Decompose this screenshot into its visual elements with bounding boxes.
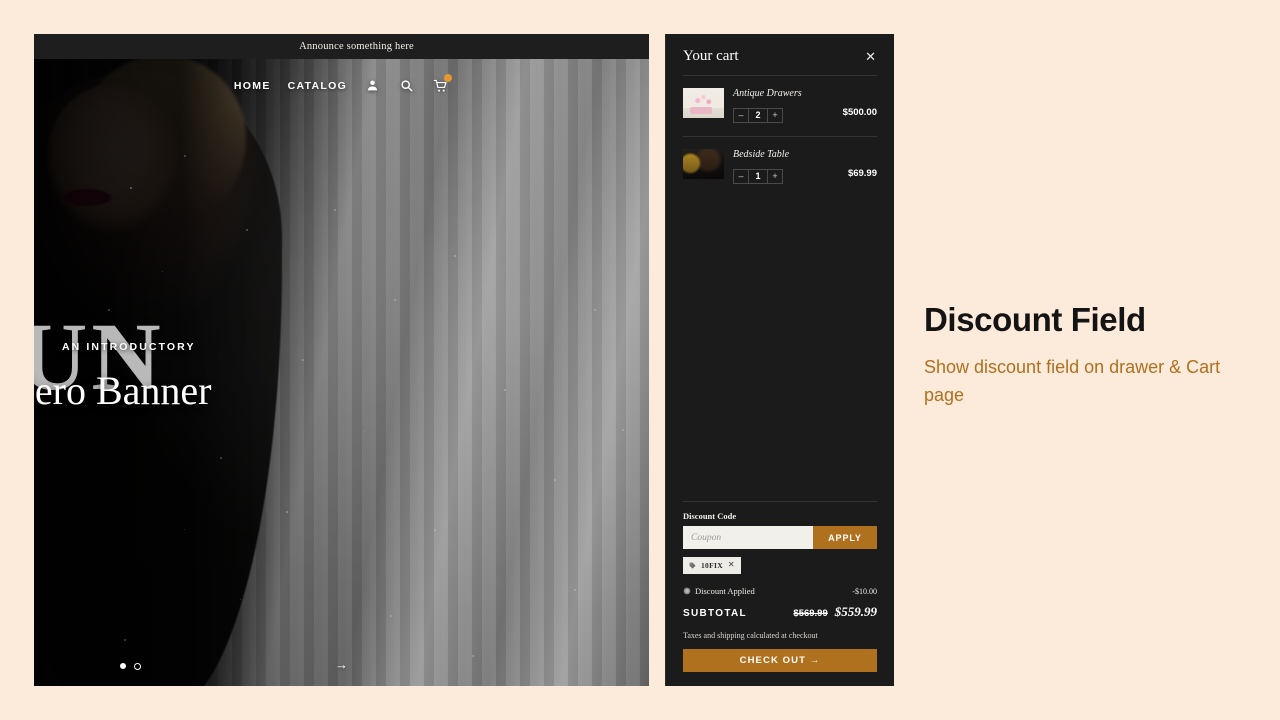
subtotal-prices: $569.99 $559.99 (793, 604, 877, 620)
nav-link-home[interactable]: HOME (234, 80, 271, 92)
product-thumbnail[interactable] (683, 149, 724, 179)
quantity-stepper[interactable]: – 1 + (733, 168, 783, 184)
promo-block: Discount Field Show discount field on dr… (924, 302, 1244, 410)
cart-title: Your cart (683, 48, 739, 64)
product-name[interactable]: Antique Drawers (733, 88, 834, 99)
apply-discount-button[interactable]: APPLY (813, 526, 877, 549)
product-price: $500.00 (842, 107, 877, 118)
cart-icon[interactable] (432, 74, 453, 94)
discount-applied-label: Discount Applied (695, 586, 755, 596)
discount-applied-left: Discount Applied (683, 582, 755, 600)
discount-applied-amount: -$10.00 (852, 586, 877, 596)
checkout-button[interactable]: CHECK OUT → (683, 649, 877, 672)
cart-line-item: Bedside Table – 1 + $69.99 (683, 137, 877, 197)
quantity-decrease-button[interactable]: – (734, 170, 748, 183)
discount-code-row: APPLY (683, 526, 877, 549)
close-icon[interactable]: ✕ (865, 50, 876, 63)
discount-applied-row: Discount Applied -$10.00 (683, 582, 877, 600)
hero-title: Hero Banner (34, 368, 212, 413)
announcement-bar: Announce something here (34, 34, 649, 59)
tag-icon (689, 556, 696, 574)
quantity-value[interactable]: 2 (748, 108, 768, 122)
promo-title: Discount Field (924, 301, 1146, 338)
discount-badge-icon (683, 582, 691, 600)
discount-code-input[interactable] (683, 526, 813, 549)
subtotal-label: SUBTOTAL (683, 608, 747, 619)
nav-link-catalog[interactable]: CATALOG (288, 80, 347, 92)
quantity-value[interactable]: 1 (748, 169, 768, 183)
cart-empty-space (666, 197, 894, 501)
store-preview-window: Announce something here UN HOME CATALOG (34, 34, 649, 686)
quantity-increase-button[interactable]: + (768, 170, 782, 183)
remove-discount-icon[interactable]: ✕ (728, 561, 735, 569)
discount-code-value: 10FIX (701, 560, 723, 570)
hero-slider-dots[interactable] (120, 663, 141, 670)
hero-copy-block: AN INTRODUCTORY Hero Banner (34, 341, 211, 414)
quantity-stepper[interactable]: – 2 + (733, 107, 783, 123)
product-name[interactable]: Bedside Table (733, 149, 839, 160)
cart-item-list: Antique Drawers – 2 + $500.00 Bedside Ta… (666, 76, 894, 197)
cart-count-badge (444, 74, 453, 82)
quantity-increase-button[interactable]: + (768, 109, 782, 122)
discount-code-label: Discount Code (683, 511, 737, 521)
cart-drawer: Your cart ✕ Antique Drawers – 2 + $500.0… (665, 34, 894, 686)
cart-header: Your cart ✕ (666, 34, 894, 75)
hero-slide-dot-1[interactable] (120, 663, 126, 669)
subtotal-original-price: $569.99 (793, 608, 828, 619)
cart-item-details: Antique Drawers – 2 + (733, 88, 834, 123)
cart-footer: Discount Code APPLY 10FIX ✕ (666, 501, 894, 686)
cart-item-details: Bedside Table – 1 + (733, 149, 839, 184)
store-navigation: HOME CATALOG (34, 74, 649, 94)
discount-code-chip[interactable]: 10FIX ✕ (683, 556, 741, 574)
product-thumbnail[interactable] (683, 88, 724, 118)
hero-slide-dot-2[interactable] (134, 663, 141, 670)
hero-next-arrow-icon[interactable]: → (335, 657, 348, 672)
taxes-shipping-note: Taxes and shipping calculated at checkou… (683, 631, 818, 640)
subtotal-row: SUBTOTAL $569.99 $559.99 (683, 604, 877, 620)
promo-subtitle: Show discount field on drawer & Cart pag… (924, 356, 1221, 406)
announcement-text: Announce something here (299, 41, 414, 52)
hero-banner: UN HOME CATALOG AN INTRODUCTORY ero Bann… (34, 59, 649, 686)
cart-footer-divider (683, 501, 877, 502)
search-icon[interactable] (398, 77, 415, 94)
applied-discount-chips: 10FIX ✕ (683, 556, 877, 574)
hero-eyebrow-text: AN INTRODUCTORY (62, 341, 196, 353)
screenshot-stage: Announce something here UN HOME CATALOG (0, 0, 1280, 720)
quantity-decrease-button[interactable]: – (734, 109, 748, 122)
subtotal-discounted-price: $559.99 (834, 604, 877, 619)
account-icon[interactable] (364, 77, 381, 94)
product-price: $69.99 (847, 168, 877, 179)
cart-line-item: Antique Drawers – 2 + $500.00 (683, 76, 877, 136)
